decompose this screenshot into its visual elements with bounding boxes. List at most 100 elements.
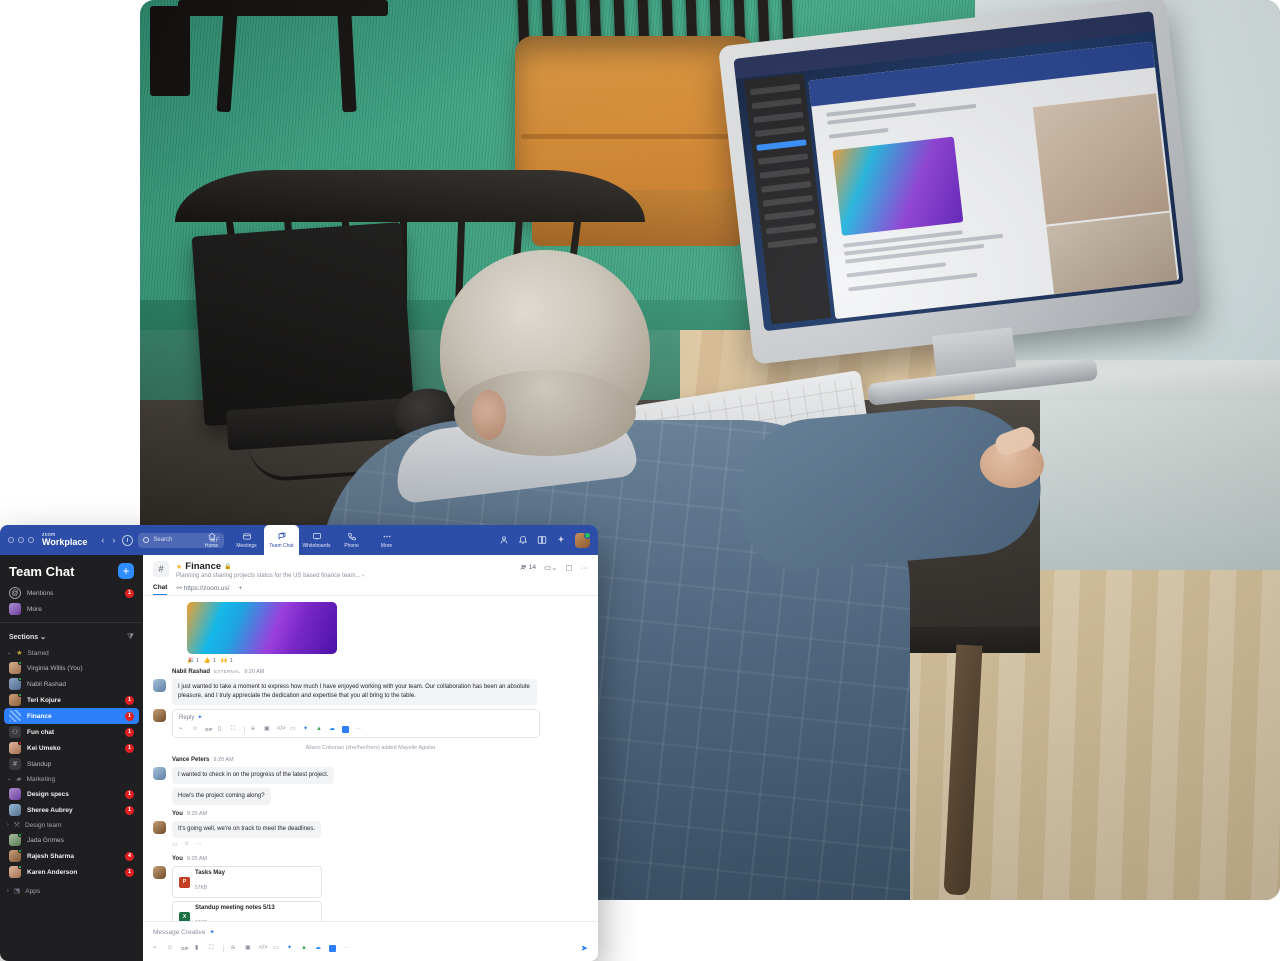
sidebar-item-teri-kojure[interactable]: Teri Kojure 1: [0, 692, 143, 708]
sidebar-item-rajesh-sharma[interactable]: Rajesh Sharma 4: [0, 848, 143, 864]
google-drive-icon[interactable]: ▲: [316, 726, 323, 733]
format-icon[interactable]: ⌁: [153, 945, 160, 952]
sidebar-item-standup[interactable]: # Standup: [0, 756, 143, 772]
more-icon[interactable]: ···: [196, 841, 202, 848]
more-icon[interactable]: ···: [343, 945, 350, 952]
tab-home[interactable]: Home: [194, 525, 229, 555]
more-icon[interactable]: ···: [581, 563, 589, 572]
maximize-button[interactable]: [28, 537, 34, 543]
sparkle-icon[interactable]: ✦: [303, 726, 310, 733]
filter-icon[interactable]: ⧩: [127, 632, 134, 642]
minimize-button[interactable]: [18, 537, 24, 543]
sidebar-group-marketing[interactable]: ⌄ ▰ Marketing: [0, 772, 143, 786]
contacts-icon[interactable]: [499, 535, 509, 545]
reaction-pill[interactable]: 🙌 1: [221, 658, 233, 664]
screen-share-icon[interactable]: ▭: [273, 945, 280, 952]
sidebar-item-sheree-aubrey[interactable]: Sheree Aubrey 1: [0, 802, 143, 818]
channel-tabs: Chat ⚯ https://zoom.us/ +: [153, 584, 588, 595]
sidebar-item-karen-anderson[interactable]: Karen Anderson 1: [0, 864, 143, 880]
tab-chat[interactable]: Chat: [153, 584, 168, 595]
gif-icon[interactable]: GIF: [205, 726, 213, 733]
bell-icon[interactable]: [518, 535, 528, 545]
message-time: 9:25 AM: [186, 856, 208, 862]
sidebar-item-fun-chat[interactable]: ⚇ Fun chat 1: [0, 724, 143, 740]
screenshot-icon[interactable]: ⛶: [231, 726, 238, 733]
send-icon[interactable]: ➤: [580, 943, 588, 954]
sidebar-item-virginia-willis[interactable]: Virginia Willis (You): [0, 660, 143, 676]
close-button[interactable]: [8, 537, 14, 543]
chevron-right-icon: ›: [7, 888, 9, 894]
screen-share-icon[interactable]: ▭: [290, 726, 297, 733]
sidebar-item-nabil-rashad[interactable]: Nabil Rashad: [0, 676, 143, 692]
format-icon[interactable]: ⌁: [179, 726, 186, 733]
emoji-icon[interactable]: ☺: [192, 726, 199, 733]
excel-icon: X: [179, 911, 190, 921]
sidebar-group-apps[interactable]: › ⬔ Apps: [0, 884, 143, 898]
attach-file-icon[interactable]: ▮: [195, 945, 202, 952]
box-icon[interactable]: [342, 726, 349, 733]
code-icon[interactable]: </>: [277, 726, 286, 733]
file-attachment[interactable]: P Tasks May 57KB: [172, 866, 322, 898]
tab-meetings[interactable]: Meetings: [229, 525, 264, 555]
tab-team-chat[interactable]: Team Chat: [264, 525, 299, 555]
reaction-count: 1: [212, 658, 216, 664]
message-header: Nabil Rashad EXTERNAL 9:20 AM: [172, 669, 588, 675]
member-count[interactable]: 14: [520, 564, 536, 571]
video-message-icon[interactable]: ▣: [245, 945, 252, 952]
attach-file-icon[interactable]: ▯: [218, 726, 225, 733]
message-composer[interactable]: Message Creative ✦ ⌁ ☺ GIF ▮ ⛶ ⍾ ▣ </> ▭: [143, 921, 598, 961]
file-size: 57KB: [195, 885, 208, 891]
video-message-icon[interactable]: ▣: [264, 726, 271, 733]
window-controls[interactable]: [8, 537, 34, 543]
tab-phone[interactable]: Phone: [334, 525, 369, 555]
sections-header[interactable]: Sections ⌄ ⧩: [0, 628, 143, 646]
brand-workplace: Workplace: [42, 537, 88, 547]
google-drive-icon[interactable]: ▲: [301, 945, 308, 952]
sidebar-item-mentions[interactable]: @ Mentions 1: [0, 585, 143, 601]
code-icon[interactable]: </>: [259, 945, 268, 952]
sidebar-item-more[interactable]: More: [0, 601, 143, 617]
image-attachment[interactable]: [187, 602, 337, 654]
sidebar-item-kei-umeko[interactable]: Kei Umeko 1: [0, 740, 143, 756]
screenshot-icon[interactable]: ⛶: [209, 945, 216, 952]
tab-whiteboards[interactable]: Whiteboards: [299, 525, 334, 555]
box-icon[interactable]: [329, 945, 336, 952]
reaction-pill[interactable]: 👍 1: [204, 658, 216, 664]
reply-input[interactable]: Reply ✦ ⌁ ☺ GIF ▯ ⛶ ⍾ ▣ </> ▭ ✦ ▲ ☁ ···: [172, 709, 540, 738]
gif-icon[interactable]: GIF: [181, 945, 189, 952]
video-icon[interactable]: ▭⌄: [544, 563, 557, 572]
emoji-icon[interactable]: ☺: [167, 945, 174, 952]
onedrive-icon[interactable]: ☁: [315, 945, 322, 952]
sparkle-icon[interactable]: ✦: [287, 945, 294, 952]
reply-icon[interactable]: ▭: [172, 841, 178, 848]
avatar[interactable]: [575, 531, 591, 548]
sidebar-group-design-team[interactable]: › ⚒ Design team: [0, 818, 143, 832]
message-time: 9:20 AM: [244, 669, 265, 675]
message-list[interactable]: 🎉 1 👍 1 🙌 1 Nabil Rashad EXTERNAL 9:20 A…: [143, 596, 598, 921]
reaction-pill[interactable]: 🎉 1: [187, 658, 199, 664]
panel-icon[interactable]: [537, 535, 547, 545]
add-tab-button[interactable]: +: [239, 585, 243, 595]
forward-arrow-icon[interactable]: ›: [112, 535, 115, 545]
new-chat-button[interactable]: +: [118, 563, 134, 579]
screen-share-icon[interactable]: ▢: [565, 563, 572, 572]
sidebar-item-label: Sheree Aubrey: [27, 806, 73, 814]
star-icon[interactable]: ★: [176, 563, 182, 571]
sparkle-icon[interactable]: [556, 535, 566, 545]
back-arrow-icon[interactable]: ‹: [101, 535, 104, 545]
audio-icon[interactable]: ⍾: [231, 945, 238, 952]
onedrive-icon[interactable]: ☁: [329, 726, 336, 733]
more-icon[interactable]: ···: [355, 726, 362, 733]
sidebar-item-jada-grimes[interactable]: Jada Grimes: [0, 832, 143, 848]
react-icon[interactable]: ☺: [184, 841, 190, 848]
sidebar-item-design-specs[interactable]: Design specs 1: [0, 786, 143, 802]
sidebar-group-starred[interactable]: ⌄ ★ Starred: [0, 646, 143, 660]
audio-icon[interactable]: ⍾: [251, 726, 258, 733]
file-attachment[interactable]: X Standup meeting notes 5/13 84KB: [172, 901, 322, 921]
history-icon[interactable]: [122, 534, 134, 546]
tab-more[interactable]: More: [369, 525, 404, 555]
tab-link[interactable]: ⚯ https://zoom.us/: [176, 584, 229, 595]
message-row: I just wanted to take a moment to expres…: [153, 679, 588, 705]
sidebar-item-finance[interactable]: Finance 1: [4, 708, 139, 724]
tab-meetings-label: Meetings: [236, 542, 257, 549]
